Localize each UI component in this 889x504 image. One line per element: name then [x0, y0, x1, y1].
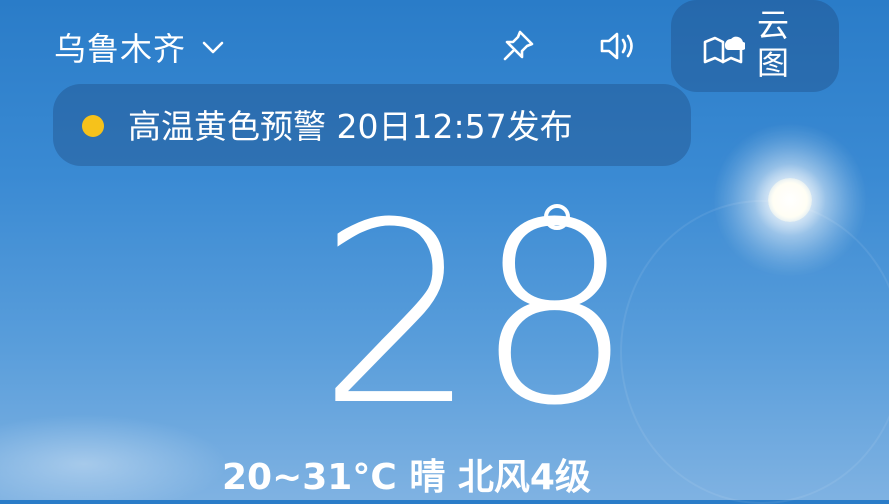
- header-bar: 乌鲁木齐 云图: [0, 0, 889, 92]
- speaker-icon: [600, 32, 633, 60]
- cloud-map-icon: [703, 36, 745, 64]
- pin-icon: [503, 30, 534, 61]
- cloud-map-button[interactable]: 云图: [671, 0, 839, 92]
- sun-icon: [768, 178, 812, 222]
- city-selector[interactable]: 乌鲁木齐: [54, 24, 226, 70]
- alert-level-dot: [82, 115, 104, 137]
- degree-symbol: [544, 204, 570, 230]
- cloud-decoration: [0, 410, 240, 500]
- sound-button[interactable]: [598, 26, 638, 66]
- weather-summary: 20~31°C 晴 北风4级: [222, 457, 591, 498]
- cloud-map-label: 云图: [756, 6, 789, 82]
- city-name: 乌鲁木齐: [54, 30, 187, 68]
- alert-text: 高温黄色预警 20日12:57发布: [128, 107, 573, 146]
- current-temperature: 28: [318, 169, 634, 460]
- pin-button[interactable]: [498, 26, 538, 66]
- chevron-down-icon: [202, 41, 224, 54]
